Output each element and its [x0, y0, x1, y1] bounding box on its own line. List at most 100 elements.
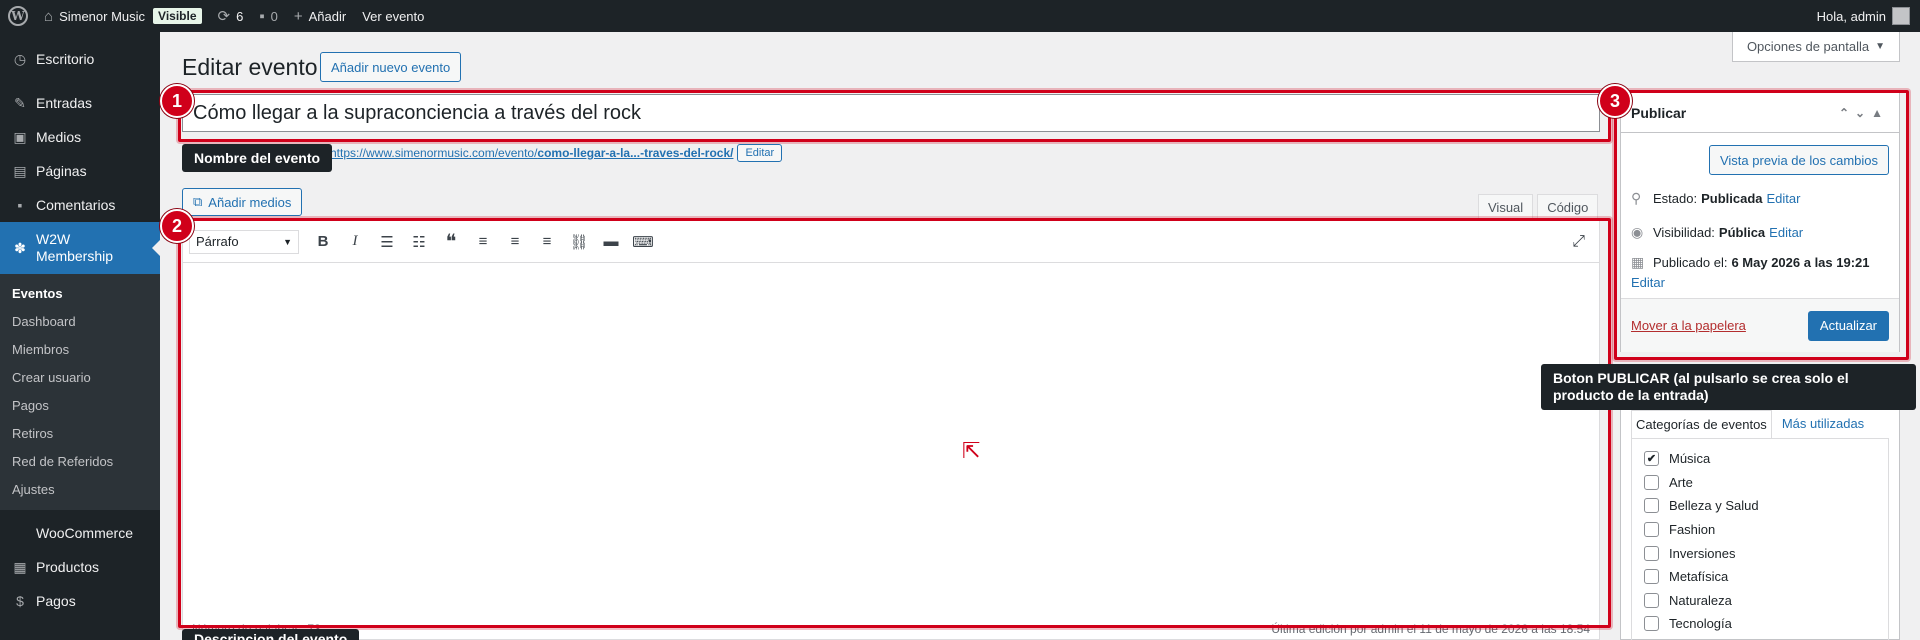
menu-label: Medios [36, 129, 82, 145]
permalink: https://www.simenormusic.com/evento/como… [330, 144, 783, 162]
add-media-label: Añadir medios [208, 194, 292, 210]
tooltip-publish-button: Boton PUBLICAR (al pulsarlo se crea solo… [1541, 364, 1916, 410]
money-icon: $ [16, 593, 24, 609]
account-menu[interactable]: Hola, admin [1817, 7, 1920, 25]
tab-visual[interactable]: Visual [1478, 194, 1534, 220]
visible-badge: Visible [153, 8, 202, 24]
category-item[interactable]: Tecnología [1644, 612, 1876, 636]
menu-label: Páginas [36, 163, 87, 179]
wp-logo-menu[interactable]: W [0, 0, 36, 32]
checkbox-icon[interactable] [1644, 616, 1659, 632]
category-label: Arte [1669, 474, 1693, 490]
plus-icon: + [293, 7, 303, 25]
annotation-badge-2: 2 [160, 209, 194, 243]
category-item[interactable]: Arte [1644, 471, 1876, 495]
checkbox-icon[interactable] [1644, 522, 1659, 538]
wordpress-logo-icon: W [8, 6, 28, 26]
add-media-button[interactable]: ⧉ Añadir medios [182, 188, 303, 216]
tooltip-event-description: Descripcion del evento [182, 629, 360, 640]
menu-item-paginas[interactable]: ▤ Páginas [0, 154, 160, 188]
media-upload-icon: ⧉ [193, 194, 203, 209]
menu-item-medios[interactable]: ▣ Medios [0, 120, 160, 154]
submenu-item-dashboard[interactable]: Dashboard [0, 308, 160, 336]
updates-link[interactable]: ⟳ 6 [210, 0, 252, 32]
category-label: Música [1669, 451, 1711, 467]
category-label: Inversiones [1669, 545, 1736, 561]
submenu-item-retiros[interactable]: Retiros [0, 420, 160, 448]
category-label: Naturaleza [1669, 592, 1732, 608]
screen-options-label: Opciones de pantalla [1746, 39, 1870, 54]
view-event-label: Ver evento [362, 8, 425, 24]
add-new-event-button[interactable]: Añadir nuevo evento [320, 52, 462, 82]
comment-icon: ▪ [17, 197, 23, 213]
menu-item-comentarios[interactable]: ▪ Comentarios [0, 188, 160, 222]
category-item[interactable]: ✔ Música [1644, 447, 1876, 471]
category-label: Tecnología [1669, 616, 1732, 632]
admin-bar: W ⌂ Simenor Music Visible ⟳ 6 ▪ 0 + Añad… [0, 0, 1920, 32]
group-icon: ✽ [14, 239, 26, 256]
categories-box: Categorías de eventos Más utilizadas ✔ Mú… [1620, 400, 1900, 640]
screen-options-button[interactable]: Opciones de pantalla ▼ [1731, 32, 1900, 62]
category-label: Fashion [1669, 522, 1716, 538]
tab-most-used[interactable]: Más utilizadas [1778, 410, 1868, 438]
view-event-link[interactable]: Ver evento [354, 0, 432, 32]
archive-icon: ▦ [13, 558, 27, 575]
menu-label: Comentarios [36, 197, 116, 213]
menu-item-escritorio[interactable]: ◷ Escritorio [0, 42, 160, 76]
media-icon: ▣ [13, 128, 27, 145]
permalink-slug: como-llegar-a-la...-traves-del-rock/ [537, 146, 734, 160]
menu-item-w2w-membership[interactable]: ✽ W2W Membership [0, 222, 160, 274]
refresh-icon: ⟳ [217, 8, 231, 25]
menu-item-entradas[interactable]: ✎ Entradas [0, 86, 160, 120]
submenu-item-red-referidos[interactable]: Red de Referidos [0, 448, 160, 476]
page-title: Editar evento [182, 54, 318, 80]
menu-label: W2W Membership [36, 231, 114, 264]
permalink-link[interactable]: https://www.simenormusic.com/evento/como… [330, 146, 733, 160]
add-new-menu[interactable]: + Añadir [286, 0, 354, 32]
permalink-edit-button[interactable]: Editar [737, 144, 783, 162]
admin-sidebar: ◷ Escritorio ✎ Entradas ▣ Medios ▤ Págin… [0, 32, 160, 640]
home-icon: ⌂ [44, 7, 54, 25]
tooltip-event-title: Nombre del evento [182, 144, 333, 172]
menu-label: Productos [36, 559, 100, 575]
editor-tabs: Visual Código [1474, 194, 1599, 220]
submenu-item-crear-usuario[interactable]: Crear usuario [0, 364, 160, 392]
dashboard-icon: ◷ [13, 50, 27, 67]
annotation-badge-3: 3 [1598, 84, 1632, 118]
menu-label: Pagos [36, 593, 76, 609]
menu-item-productos[interactable]: ▦ Productos [0, 550, 160, 584]
category-item[interactable]: Naturaleza [1644, 589, 1876, 613]
add-label: Añadir [308, 8, 347, 24]
highlight-editor [178, 218, 1611, 628]
permalink-base: https://www.simenormusic.com/evento/ [330, 146, 538, 160]
category-label: Belleza y Salud [1669, 498, 1759, 514]
checkbox-icon[interactable] [1644, 592, 1659, 608]
menu-label: Escritorio [36, 51, 95, 67]
menu-item-woocommerce[interactable]: WooCommerce [0, 516, 160, 550]
highlight-publish [1614, 90, 1909, 360]
site-name-link[interactable]: ⌂ Simenor Music Visible [36, 0, 210, 32]
caret-down-icon: ▼ [1875, 41, 1885, 52]
checkbox-checked-icon[interactable]: ✔ [1644, 451, 1659, 467]
submenu-item-ajustes[interactable]: Ajustes [0, 476, 160, 504]
tab-all-categories[interactable]: Categorías de eventos [1631, 410, 1772, 438]
checkbox-icon[interactable] [1644, 498, 1659, 514]
menu-label: WooCommerce [36, 525, 133, 541]
submenu-item-pagos[interactable]: Pagos [0, 392, 160, 420]
checkbox-icon[interactable] [1644, 569, 1659, 585]
checkbox-icon[interactable] [1644, 545, 1659, 561]
category-item[interactable]: Fashion [1644, 518, 1876, 542]
submenu-item-miembros[interactable]: Miembros [0, 336, 160, 364]
comments-link[interactable]: ▪ 0 [251, 0, 286, 32]
comment-bubble-icon: ▪ [259, 7, 265, 25]
category-item[interactable]: Metafísica [1644, 565, 1876, 589]
checkbox-icon[interactable] [1644, 474, 1659, 490]
page-icon: ▤ [13, 162, 27, 179]
menu-item-pagos[interactable]: $ Pagos [0, 584, 160, 618]
menu-label: Entradas [36, 95, 93, 111]
category-item[interactable]: Belleza y Salud [1644, 494, 1876, 518]
submenu-item-eventos[interactable]: Eventos [0, 280, 160, 308]
greeting: Hola, admin [1816, 8, 1886, 24]
tab-code[interactable]: Código [1537, 194, 1599, 220]
category-item[interactable]: Inversiones [1644, 541, 1876, 565]
